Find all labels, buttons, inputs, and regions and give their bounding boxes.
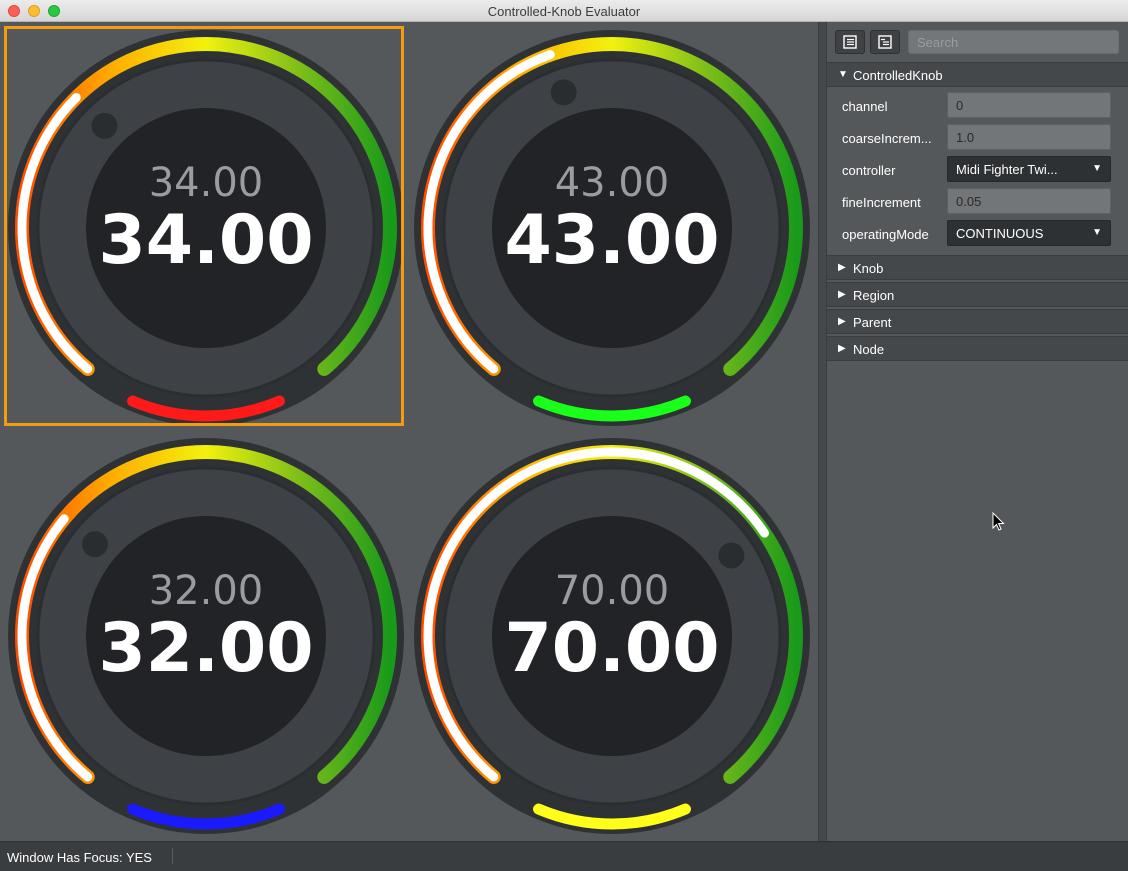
section-parent[interactable]: ▶ Parent (827, 309, 1128, 334)
prop-select-2[interactable]: Midi Fighter Twi... ▼ (947, 156, 1111, 182)
status-separator (172, 848, 173, 864)
list-view-button[interactable] (835, 30, 865, 54)
prop-label-2: controller (842, 163, 896, 178)
knob-value-small: 43.00 (554, 160, 670, 206)
prop-value-1: 1.0 (956, 130, 975, 145)
chevron-down-icon: ▼ (1092, 163, 1102, 174)
focus-status-text: Window Has Focus: YES (7, 850, 152, 865)
collapsed-arrow-icon: ▶ (838, 343, 846, 354)
prop-value-3: 0.05 (956, 194, 982, 209)
prop-value-4: CONTINUOUS (956, 226, 1044, 241)
knob-position-dot (718, 542, 745, 569)
knob-value-small: 32.00 (148, 568, 264, 614)
knob-value-large: 70.00 (504, 609, 720, 688)
section-controlledknob[interactable]: ▼ ControlledKnob (827, 62, 1128, 87)
section-label: Knob (853, 261, 884, 276)
knob-value-large: 34.00 (98, 201, 314, 280)
knob-value-small: 70.00 (554, 568, 670, 614)
detail-view-icon (878, 35, 892, 49)
properties-panel: Search ▼ ControlledKnob channel 0 coarseIn… (827, 22, 1128, 841)
section-label: Parent (853, 315, 892, 330)
knob-value-large: 32.00 (98, 609, 314, 688)
mouse-pointer-icon (992, 511, 1006, 537)
knob-4[interactable]: 70.00 70.00 (406, 430, 812, 836)
prop-select-4[interactable]: CONTINUOUS ▼ (947, 220, 1111, 246)
prop-value-0: 0 (956, 98, 964, 113)
prop-field-1[interactable]: 1.0 (947, 124, 1111, 150)
prop-field-0[interactable]: 0 (947, 92, 1111, 118)
prop-label-4: operatingMode (842, 227, 929, 242)
knob-1[interactable]: 34.00 34.00 (0, 22, 406, 428)
title-bar: Controlled-Knob Evaluator (0, 0, 1128, 22)
section-label: ControlledKnob (853, 68, 943, 83)
prop-value-2: Midi Fighter Twi... (956, 162, 1058, 177)
knob-3[interactable]: 32.00 32.00 (0, 430, 406, 836)
knob-position-dot (82, 531, 109, 558)
section-knob[interactable]: ▶ Knob (827, 255, 1128, 280)
knob-canvas: 34.00 34.00 43.00 43.00 32.00 32.00 70.00 70… (0, 22, 818, 841)
section-label: Region (853, 288, 895, 303)
prop-label-0: channel (842, 99, 888, 114)
splitter[interactable] (818, 22, 827, 841)
knob-2[interactable]: 43.00 43.00 (406, 22, 812, 428)
expanded-arrow-icon: ▼ (838, 69, 848, 80)
chevron-down-icon: ▼ (1092, 227, 1102, 238)
section-label: Node (853, 342, 885, 357)
collapsed-arrow-icon: ▶ (838, 262, 846, 273)
knob-value-large: 43.00 (504, 201, 720, 280)
prop-field-3[interactable]: 0.05 (947, 188, 1111, 214)
window-title: Controlled-Knob Evaluator (487, 4, 641, 19)
section-region[interactable]: ▶ Region (827, 282, 1128, 307)
search-input[interactable]: Search (908, 30, 1119, 54)
list-view-icon (843, 35, 857, 49)
prop-label-1: coarseIncrem... (842, 131, 932, 146)
knob-value-small: 34.00 (148, 160, 264, 206)
prop-label-3: fineIncrement (842, 195, 921, 210)
section-node[interactable]: ▶ Node (827, 336, 1128, 361)
knob-position-dot (550, 79, 577, 106)
detail-view-button[interactable] (870, 30, 900, 54)
status-bar: Window Has Focus: YES (0, 841, 1128, 871)
collapsed-arrow-icon: ▶ (838, 316, 846, 327)
collapsed-arrow-icon: ▶ (838, 289, 846, 300)
